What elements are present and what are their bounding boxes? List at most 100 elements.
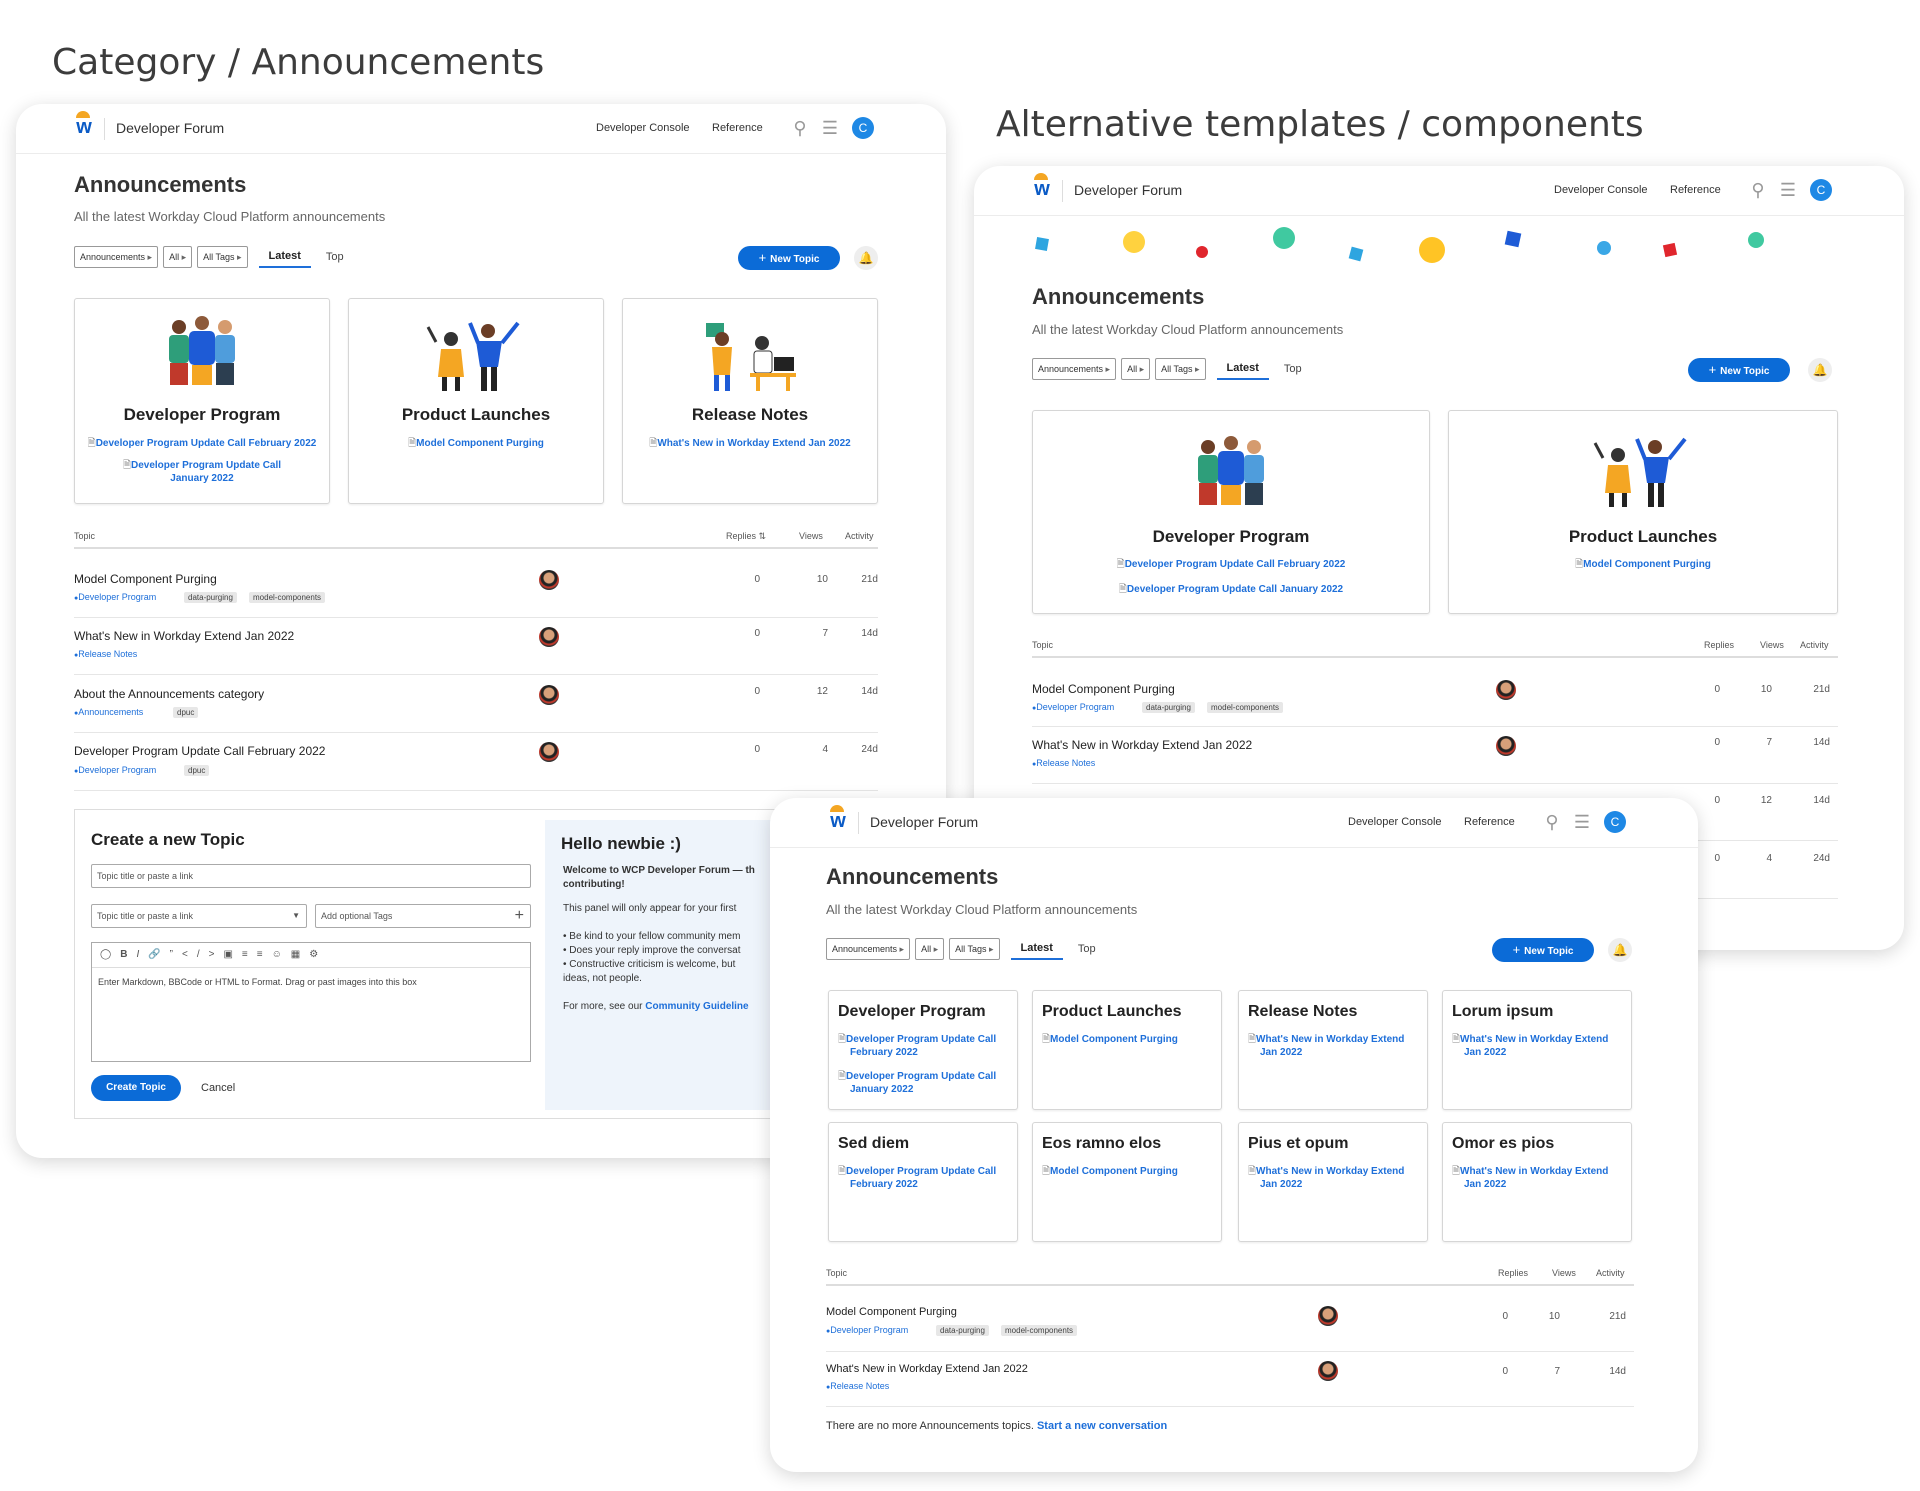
card-link[interactable]: Model Component Purging — [1457, 558, 1829, 571]
tags-filter[interactable]: All Tags — [949, 938, 1000, 960]
col-replies[interactable]: Replies ⇅ — [726, 531, 766, 542]
card-link[interactable]: Developer Program Update Call February 2… — [838, 1165, 1009, 1191]
category-card-launches[interactable]: Product Launches Model Component Purging — [1448, 410, 1838, 614]
card-link[interactable]: Model Component Purging — [1042, 1165, 1213, 1178]
card-link[interactable]: Developer Program Update Call February 2… — [83, 437, 321, 450]
avatar[interactable]: C — [1604, 811, 1626, 833]
plus-icon[interactable]: + — [515, 905, 524, 927]
new-topic-button[interactable]: + New Topic — [1688, 358, 1790, 382]
tab-top[interactable]: Top — [1068, 939, 1106, 959]
card-link[interactable]: Model Component Purging — [1042, 1033, 1213, 1046]
category-card[interactable]: Release Notes What's New in Workday Exte… — [1238, 990, 1428, 1110]
card-link[interactable]: Developer Program Update Call January 20… — [1041, 583, 1421, 596]
bell-icon[interactable]: 🔔 — [854, 246, 878, 270]
search-icon[interactable]: ⚲ — [1748, 180, 1768, 200]
guidelines-link[interactable]: Community Guideline — [645, 1001, 748, 1012]
topic-title[interactable]: What's New in Workday Extend Jan 2022 — [826, 1363, 1028, 1375]
category-filter[interactable]: Announcements — [1032, 358, 1117, 380]
tab-top[interactable]: Top — [316, 247, 354, 267]
all-filter[interactable]: All — [915, 938, 945, 960]
topic-title-input[interactable]: Topic title or paste a link — [91, 864, 531, 888]
tab-latest[interactable]: Latest — [1010, 938, 1063, 960]
topic-tag[interactable]: data-purging — [936, 1325, 989, 1336]
topic-title[interactable]: What's New in Workday Extend Jan 2022 — [1032, 738, 1252, 752]
category-card[interactable]: Lorum ipsum What's New in Workday Extend… — [1442, 990, 1632, 1110]
menu-icon[interactable]: ☰ — [1778, 180, 1798, 200]
nav-link-reference[interactable]: Reference — [712, 122, 763, 134]
poster-avatar[interactable] — [539, 742, 559, 762]
card-link[interactable]: Developer Program Update Call January 20… — [105, 459, 299, 485]
card-link[interactable]: What's New in Workday Extend Jan 2022 — [1452, 1165, 1623, 1191]
topic-tag[interactable]: data-purging — [1142, 702, 1195, 713]
poster-avatar[interactable] — [1496, 736, 1516, 756]
topic-title[interactable]: Model Component Purging — [826, 1306, 957, 1318]
activity-time[interactable]: 24d — [848, 744, 878, 755]
search-icon[interactable]: ⚲ — [790, 118, 810, 138]
all-filter[interactable]: All — [163, 246, 193, 268]
new-topic-button[interactable]: + New Topic — [1492, 938, 1594, 962]
editor[interactable]: ◯BI🔗”</>▣≡≡☺▦⚙ Enter Markdown, BBCode or… — [91, 942, 531, 1062]
topic-category[interactable]: Release Notes — [74, 649, 137, 659]
avatar[interactable]: C — [852, 117, 874, 139]
topic-tag[interactable]: dpuc — [184, 765, 210, 776]
topic-tag[interactable]: model-components — [249, 592, 326, 603]
bell-icon[interactable]: 🔔 — [1608, 938, 1632, 962]
poster-avatar[interactable] — [539, 627, 559, 647]
activity-time[interactable]: 21d — [1800, 684, 1830, 695]
activity-time[interactable]: 21d — [1596, 1311, 1626, 1322]
category-card-developer[interactable]: Developer Program Developer Program Upda… — [74, 298, 330, 504]
category-card[interactable]: Product Launches Model Component Purging — [1032, 990, 1222, 1110]
new-topic-button[interactable]: + New Topic — [738, 246, 840, 270]
topic-category[interactable]: Release Notes — [1032, 758, 1095, 768]
poster-avatar[interactable] — [1318, 1361, 1338, 1381]
menu-icon[interactable]: ☰ — [1572, 812, 1592, 832]
activity-time[interactable]: 14d — [1800, 737, 1830, 748]
topic-category[interactable]: Developer Program — [74, 592, 156, 602]
cancel-button[interactable]: Cancel — [201, 1082, 235, 1094]
category-card-release[interactable]: Release Notes What's New in Workday Exte… — [622, 298, 878, 504]
category-card[interactable]: Pius et opum What's New in Workday Exten… — [1238, 1122, 1428, 1242]
topic-tag[interactable]: dpuc — [173, 707, 199, 718]
forum-title[interactable]: Developer Forum — [870, 814, 978, 830]
tags-filter[interactable]: All Tags — [197, 246, 248, 268]
start-conversation-link[interactable]: Start a new conversation — [1037, 1420, 1167, 1432]
topic-title[interactable]: Developer Program Update Call February 2… — [74, 744, 325, 758]
topic-category[interactable]: Developer Program — [826, 1325, 908, 1335]
topic-category[interactable]: Announcements — [74, 707, 143, 717]
tab-latest[interactable]: Latest — [258, 246, 311, 268]
activity-time[interactable]: 14d — [1800, 795, 1830, 806]
topic-tag[interactable]: data-purging — [184, 592, 237, 603]
topic-title[interactable]: What's New in Workday Extend Jan 2022 — [74, 629, 294, 643]
category-card[interactable]: Sed diem Developer Program Update Call F… — [828, 1122, 1018, 1242]
activity-time[interactable]: 14d — [1596, 1366, 1626, 1377]
card-link[interactable]: What's New in Workday Extend Jan 2022 — [1452, 1033, 1623, 1059]
activity-time[interactable]: 14d — [848, 686, 878, 697]
category-card[interactable]: Omor es pios What's New in Workday Exten… — [1442, 1122, 1632, 1242]
tags-input[interactable]: Add optional Tags + — [315, 904, 531, 928]
poster-avatar[interactable] — [539, 570, 559, 590]
col-replies[interactable]: Replies — [1498, 1268, 1528, 1278]
col-replies[interactable]: Replies — [1704, 640, 1734, 650]
card-link[interactable]: Model Component Purging — [357, 437, 595, 450]
topic-tag[interactable]: model-components — [1001, 1325, 1078, 1336]
nav-link-console[interactable]: Developer Console — [596, 122, 690, 134]
category-card[interactable]: Developer Program Developer Program Upda… — [828, 990, 1018, 1110]
tags-filter[interactable]: All Tags — [1155, 358, 1206, 380]
forum-title[interactable]: Developer Forum — [116, 120, 224, 136]
all-filter[interactable]: All — [1121, 358, 1151, 380]
category-filter[interactable]: Announcements — [826, 938, 911, 960]
card-link[interactable]: Developer Program Update Call February 2… — [838, 1033, 1009, 1059]
editor-toolbar[interactable]: ◯BI🔗”</>▣≡≡☺▦⚙ — [100, 949, 327, 960]
poster-avatar[interactable] — [539, 685, 559, 705]
nav-link-console[interactable]: Developer Console — [1554, 184, 1648, 196]
card-link[interactable]: What's New in Workday Extend Jan 2022 — [1248, 1165, 1419, 1191]
activity-time[interactable]: 14d — [848, 628, 878, 639]
poster-avatar[interactable] — [1318, 1306, 1338, 1326]
tab-top[interactable]: Top — [1274, 359, 1312, 379]
card-link[interactable]: What's New in Workday Extend Jan 2022 — [1248, 1033, 1419, 1059]
topic-category[interactable]: Release Notes — [826, 1381, 889, 1391]
card-link[interactable]: What's New in Workday Extend Jan 2022 — [631, 437, 869, 450]
bell-icon[interactable]: 🔔 — [1808, 358, 1832, 382]
topic-title[interactable]: Model Component Purging — [1032, 682, 1175, 696]
topic-category[interactable]: Developer Program — [74, 765, 156, 775]
